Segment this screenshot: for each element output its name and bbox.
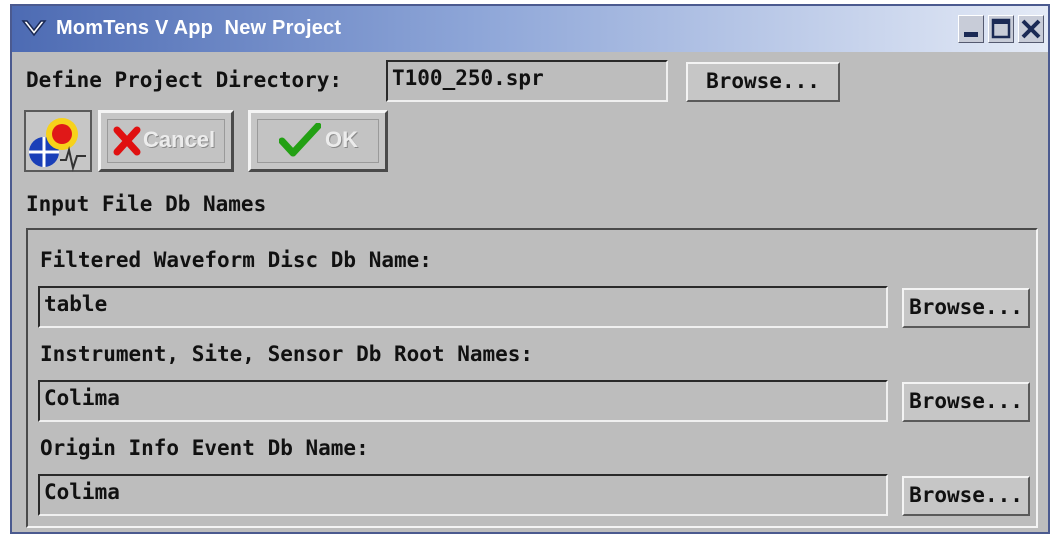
instrument-input[interactable]: Colima xyxy=(38,380,888,422)
minimize-icon xyxy=(964,32,978,37)
minimize-button[interactable] xyxy=(958,15,984,43)
cancel-x-icon xyxy=(113,126,141,156)
waveform-input[interactable]: table xyxy=(38,286,888,328)
project-dir-input[interactable]: T100_250.spr xyxy=(386,60,668,102)
cancel-button[interactable]: Cancel xyxy=(98,110,234,172)
cancel-label: Cancel xyxy=(143,127,216,152)
maximize-button[interactable] xyxy=(988,15,1014,43)
instrument-browse-button[interactable]: Browse... xyxy=(902,382,1030,422)
waveform-label: Filtered Waveform Disc Db Name: xyxy=(40,248,432,272)
app-logo-icon xyxy=(24,110,92,172)
new-project-window: MomTens V App New Project Define Project… xyxy=(10,4,1050,534)
maximize-icon xyxy=(991,18,1011,39)
project-browse-button[interactable]: Browse... xyxy=(686,62,840,102)
ok-check-icon xyxy=(279,123,321,157)
input-files-group: Filtered Waveform Disc Db Name: table Br… xyxy=(26,228,1038,528)
origin-browse-button[interactable]: Browse... xyxy=(902,476,1030,516)
waveform-browse-button[interactable]: Browse... xyxy=(902,288,1030,328)
window-menu-icon[interactable] xyxy=(20,15,48,43)
input-section-label: Input File Db Names xyxy=(26,192,267,216)
close-icon xyxy=(1021,19,1041,39)
origin-label: Origin Info Event Db Name: xyxy=(40,436,369,460)
ok-button[interactable]: OK xyxy=(248,110,388,172)
window-title: MomTens V App New Project xyxy=(56,17,342,39)
origin-input[interactable]: Colima xyxy=(38,474,888,516)
title-bar[interactable]: MomTens V App New Project xyxy=(12,6,1048,52)
close-button[interactable] xyxy=(1018,15,1044,43)
project-dir-label: Define Project Directory: xyxy=(26,68,343,92)
ok-label: OK xyxy=(325,127,358,152)
instrument-label: Instrument, Site, Sensor Db Root Names: xyxy=(40,342,534,366)
